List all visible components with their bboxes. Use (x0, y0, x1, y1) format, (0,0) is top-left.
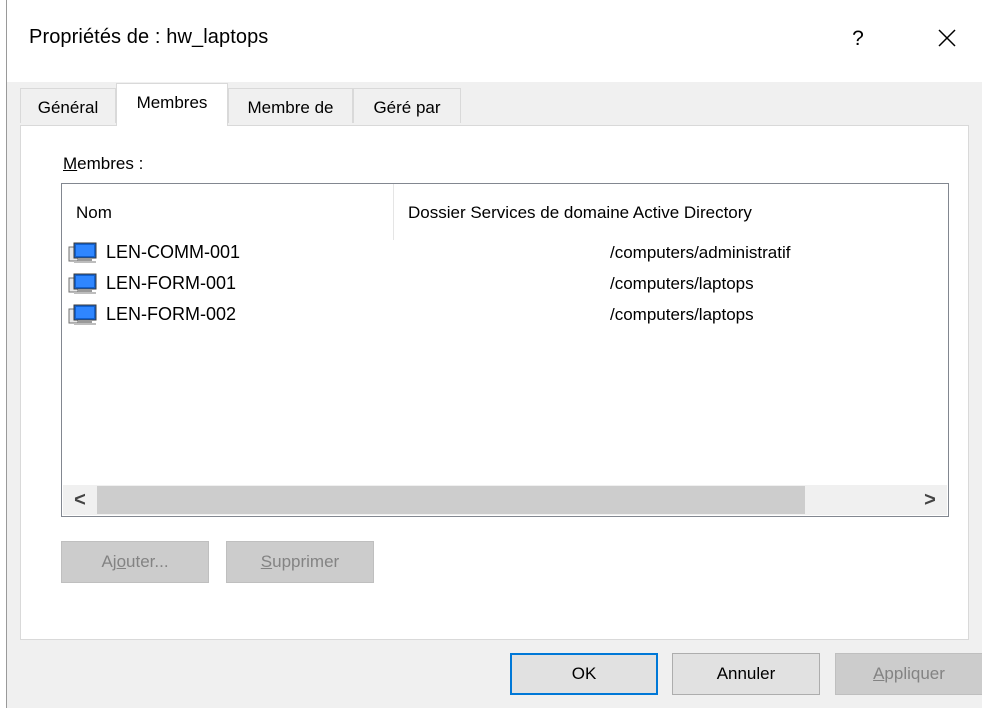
scroll-left-button[interactable]: < (63, 485, 97, 515)
member-name: LEN-FORM-001 (106, 273, 237, 293)
computer-icon (68, 273, 97, 294)
list-item[interactable]: LEN-COMM-001 /computers/administratif (62, 240, 942, 270)
column-header-name[interactable]: Nom (76, 203, 112, 223)
title-bar[interactable]: Propriétés de : hw_laptops ? (7, 0, 982, 82)
add-label-mnemonic: o (116, 552, 127, 571)
column-header-folder[interactable]: Dossier Services de domaine Active Direc… (408, 203, 752, 223)
members-tab-panel: Membres : Nom Dossier Services de domain… (20, 125, 969, 640)
list-item[interactable]: LEN-FORM-001 /computers/laptops (62, 271, 942, 301)
tab-general[interactable]: Général (20, 88, 116, 123)
properties-dialog: Propriétés de : hw_laptops ? Général Mem… (6, 0, 982, 708)
ok-button[interactable]: OK (510, 653, 658, 695)
remove-button[interactable]: Supprimer (226, 541, 374, 583)
remove-label-mnemonic: S (260, 552, 273, 571)
add-label-post: uter... (126, 552, 169, 571)
help-button[interactable]: ? (841, 22, 875, 56)
member-folder: /computers/laptops (610, 305, 754, 324)
column-separator[interactable] (393, 184, 394, 240)
scroll-right-button[interactable]: > (913, 485, 947, 515)
apply-button[interactable]: Appliquer (835, 653, 982, 695)
computer-icon (68, 242, 97, 263)
member-name: LEN-COMM-001 (106, 242, 241, 262)
members-list[interactable]: Nom Dossier Services de domaine Active D… (61, 183, 949, 517)
window-title: Propriétés de : hw_laptops (29, 26, 269, 48)
scrollbar-thumb[interactable] (97, 486, 805, 514)
member-folder: /computers/administratif (610, 243, 791, 262)
member-folder: /computers/laptops (610, 274, 754, 293)
list-item[interactable]: LEN-FORM-002 /computers/laptops (62, 302, 942, 332)
add-button[interactable]: Ajouter... (61, 541, 209, 583)
tab-member-of[interactable]: Membre de (228, 88, 353, 123)
close-icon (938, 29, 956, 47)
close-button[interactable] (927, 18, 967, 58)
cancel-button[interactable]: Annuler (672, 653, 820, 695)
member-name: LEN-FORM-002 (106, 304, 237, 324)
horizontal-scrollbar[interactable]: < > (63, 485, 947, 515)
tab-managed-by[interactable]: Géré par (353, 88, 461, 123)
members-label-text: embres : (77, 154, 144, 173)
members-label-mnemonic: M (63, 154, 78, 173)
computer-icon (68, 304, 97, 325)
apply-label-mnemonic: A (873, 664, 885, 683)
apply-label-post: ppliquer (884, 664, 945, 683)
remove-label-post: upprimer (272, 552, 340, 571)
add-label-pre: Aj (101, 552, 117, 571)
tab-members[interactable]: Membres (116, 83, 228, 126)
members-label: Membres : (63, 154, 143, 174)
